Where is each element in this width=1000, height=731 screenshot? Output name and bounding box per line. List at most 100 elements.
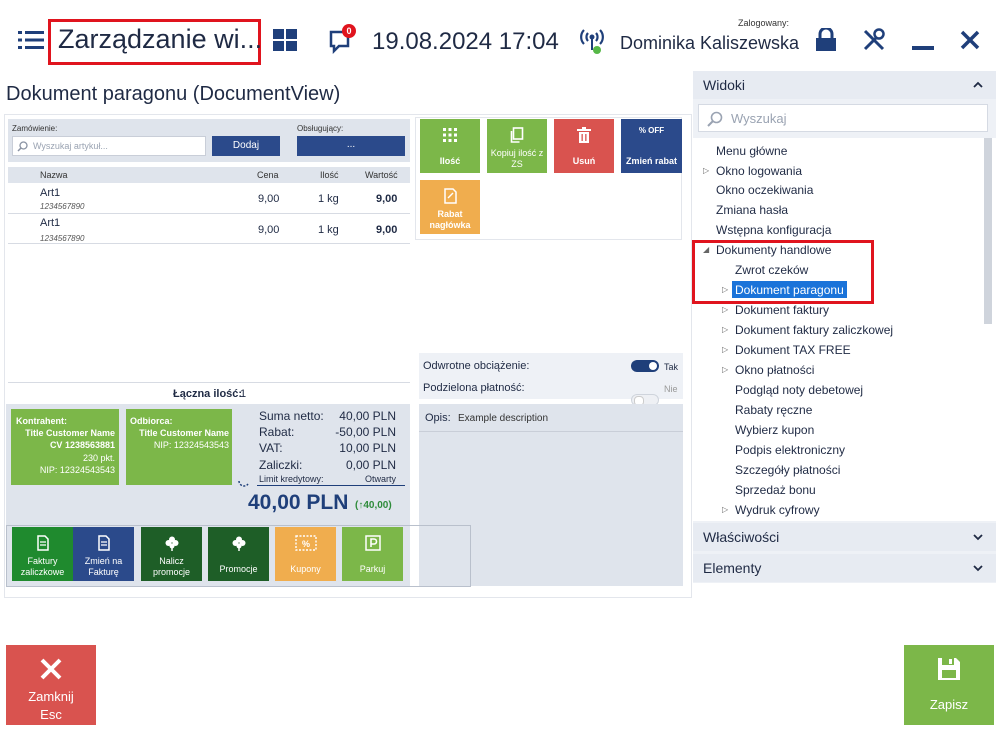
row-qty: 1 kg <box>318 224 339 236</box>
tree-item[interactable]: Rabaty ręczne <box>735 403 812 417</box>
tree-scrollbar[interactable] <box>984 138 992 324</box>
split-payment-label: Podzielona płatność: <box>423 382 525 394</box>
served-label: Obsługujący: <box>297 124 344 133</box>
credit-label: Limit kredytowy: <box>259 474 324 484</box>
elements-header[interactable]: Elementy <box>693 554 996 582</box>
expand-arrow-icon[interactable]: ▷ <box>722 505 728 514</box>
copy-qty-label: Kopiuj ilość z ZS <box>490 148 544 169</box>
hamburger-menu-icon[interactable] <box>18 30 44 50</box>
contractor-nip: NIP: 12324543543 <box>39 465 115 475</box>
chevron-up-icon <box>973 81 983 88</box>
tree-item[interactable]: Wydruk cyfrowy <box>735 503 820 517</box>
park-tile[interactable]: Parkuj <box>342 527 403 581</box>
row-name: Art1 <box>40 187 61 199</box>
served-by-select[interactable]: ... <box>297 136 405 156</box>
tree-item[interactable]: Wybierz kupon <box>735 423 814 437</box>
tree-item[interactable]: Sprzedaż bonu <box>735 483 816 497</box>
row-qty: 1 kg <box>318 193 339 205</box>
connection-status-icon[interactable] <box>578 26 606 56</box>
split-payment-state: Nie <box>664 384 678 394</box>
table-header <box>8 167 410 183</box>
add-button[interactable]: Dodaj <box>212 136 280 156</box>
contractor-card[interactable]: Kontrahent: Title Customer Name CV 12385… <box>11 409 119 485</box>
description-label: Opis: <box>425 412 451 424</box>
views-header-label: Widoki <box>703 77 746 93</box>
expand-arrow-icon[interactable]: ▷ <box>722 365 728 374</box>
article-search-input[interactable]: Wyszukaj artykuł... <box>12 136 206 156</box>
row-price: 9,00 <box>258 193 280 205</box>
tree-item[interactable]: Okno logowania <box>716 164 802 178</box>
qty-tile[interactable]: Ilość <box>420 119 480 173</box>
close-icon <box>40 658 62 680</box>
reverse-charge-label: Odwrotne obciążenie: <box>423 360 530 372</box>
save-button[interactable]: Zapisz <box>904 645 994 725</box>
tree-item[interactable]: Dokument faktury zaliczkowej <box>735 323 893 337</box>
advance-label: Zaliczki: <box>259 458 303 472</box>
tree-item[interactable]: Menu główne <box>716 144 787 158</box>
lock-icon[interactable] <box>815 28 837 52</box>
views-search-input[interactable]: Wyszukaj <box>698 104 988 132</box>
recipient-card[interactable]: Odbiorca: Title Customer Name NIP: 12324… <box>126 409 232 485</box>
tree-item[interactable]: Podpis elektroniczny <box>735 443 845 457</box>
search-icon <box>17 141 28 152</box>
recipient-label: Odbiorca: <box>130 416 173 426</box>
chevron-down-icon <box>973 565 983 572</box>
notifications-icon[interactable]: 0 <box>328 24 358 56</box>
user-name[interactable]: Dominika Kaliszewska <box>620 33 799 54</box>
change-to-invoice-label: Zmień na Fakturę <box>84 556 123 577</box>
promotions-tile[interactable]: Promocje <box>208 527 269 581</box>
description-value: Example description <box>458 413 549 424</box>
copy-qty-tile[interactable]: Kopiuj ilość z ZS <box>487 119 547 173</box>
tree-item[interactable]: Zmiana hasła <box>716 203 788 217</box>
apply-promotions-tile[interactable]: Nalicz promocje <box>141 527 202 581</box>
tools-icon[interactable] <box>862 28 886 52</box>
credit-underline <box>257 485 405 486</box>
advance-value: 0,00 PLN <box>345 458 396 472</box>
expand-arrow-icon[interactable]: ▷ <box>722 305 728 314</box>
reverse-charge-toggle[interactable] <box>631 360 659 372</box>
close-button-label: Zamknij <box>28 689 74 704</box>
contractor-points: 230 pkt. <box>82 453 115 463</box>
properties-header[interactable]: Właściwości <box>693 523 996 551</box>
header-discount-tile[interactable]: Rabat nagłówka <box>420 180 480 234</box>
expand-arrow-icon[interactable]: ▷ <box>703 166 709 175</box>
invoice-icon <box>36 535 49 551</box>
tree-item[interactable]: Dokument TAX FREE <box>735 343 851 357</box>
tree-item[interactable]: Podgląd noty debetowej <box>735 383 863 397</box>
minimize-icon[interactable] <box>912 46 934 50</box>
tree-item[interactable]: Dokument faktury <box>735 303 829 317</box>
change-to-invoice-tile[interactable]: Zmień na Fakturę <box>73 527 134 581</box>
copy-icon <box>510 127 524 143</box>
net-value: 40,00 PLN <box>339 409 396 423</box>
col-value: Wartość <box>365 170 398 180</box>
tree-item[interactable]: Wstępna konfiguracja <box>716 223 831 237</box>
change-discount-tile[interactable]: % OFF Zmień rabat <box>621 119 682 173</box>
chevron-down-icon <box>973 534 983 541</box>
row-price: 9,00 <box>258 224 280 236</box>
grid-view-icon[interactable] <box>273 29 297 51</box>
park-label: Parkuj <box>359 564 386 574</box>
document-discount-icon <box>444 188 457 204</box>
expand-arrow-icon[interactable]: ▷ <box>722 345 728 354</box>
recipient-name: Title Customer Name <box>139 428 229 438</box>
coupons-label: Kupony <box>290 564 321 574</box>
advance-invoices-tile[interactable]: Faktury zaliczkowe <box>12 527 73 581</box>
views-header[interactable]: Widoki <box>693 71 996 99</box>
credit-spinner-icon <box>237 474 251 488</box>
expand-arrow-icon[interactable]: ▷ <box>722 325 728 334</box>
article-search-placeholder: Wyszukaj artykuł... <box>33 141 108 151</box>
tree-item[interactable]: Okno oczekiwania <box>716 183 813 197</box>
advance-invoices-label: Faktury zaliczkowe <box>20 556 65 577</box>
tree-item[interactable]: Szczegóły płatności <box>735 463 840 477</box>
coupons-tile[interactable]: % Kupony <box>275 527 336 581</box>
delete-tile[interactable]: Usuń <box>554 119 614 173</box>
clover-icon <box>232 536 245 551</box>
col-name: Nazwa <box>40 170 68 180</box>
close-button[interactable]: Zamknij Esc <box>6 645 96 725</box>
vat-value: 10,00 PLN <box>339 441 396 455</box>
clover-icon <box>165 536 178 551</box>
close-app-icon[interactable] <box>960 30 980 50</box>
tree-highlight-box <box>692 240 874 304</box>
tree-item[interactable]: Okno płatności <box>735 363 814 377</box>
total-qty-value: 1 <box>240 388 247 400</box>
